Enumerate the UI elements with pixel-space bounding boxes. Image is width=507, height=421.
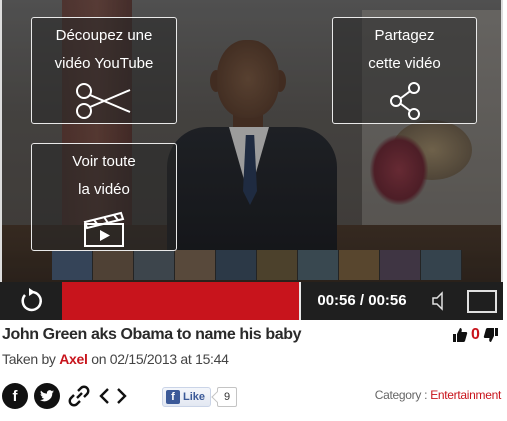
share-nodes-icon xyxy=(389,82,420,120)
facebook-logo-icon: f xyxy=(166,390,180,404)
vote-widget: 0 xyxy=(452,326,499,344)
facebook-icon[interactable]: f xyxy=(2,383,28,409)
replay-icon xyxy=(21,288,42,312)
cut-video-label-line2: vidéo YouTube xyxy=(54,55,154,72)
clapperboard-icon xyxy=(83,211,125,247)
author-link[interactable]: Axel xyxy=(59,351,88,367)
thumbs-down-icon[interactable] xyxy=(483,327,499,343)
byline-prefix: Taken by xyxy=(2,351,56,367)
cut-video-button[interactable]: Découpez une vidéo YouTube xyxy=(31,17,177,124)
video-title[interactable]: John Green aks Obama to name his baby xyxy=(2,326,301,344)
category-info: Category : Entertainment xyxy=(374,388,502,402)
category-prefix: Category : xyxy=(374,388,428,402)
category-link[interactable]: Entertainment xyxy=(430,388,501,402)
facebook-like-count: 9 xyxy=(217,387,238,407)
byline: Taken by Axel on 02/15/2013 at 15:44 xyxy=(2,351,229,367)
replay-button[interactable] xyxy=(0,282,62,320)
watch-full-label-line2: la vidéo xyxy=(78,181,130,198)
facebook-like-label: Like xyxy=(183,391,206,403)
cut-video-label-line1: Découpez une xyxy=(55,27,153,44)
progress-fill xyxy=(62,282,299,320)
facebook-like-widget: f Like 9 xyxy=(162,387,238,407)
scissors-icon xyxy=(76,83,131,119)
volume-icon[interactable] xyxy=(428,289,452,313)
thumbs-up-icon[interactable] xyxy=(452,327,468,343)
player-control-bar: 00:56 / 00:56 xyxy=(0,282,503,320)
share-video-label-line2: cette vidéo xyxy=(368,55,441,72)
vote-count: 0 xyxy=(471,326,480,343)
progress-bar[interactable] xyxy=(62,282,299,320)
video-player[interactable]: Découpez une vidéo YouTube Partagez cett… xyxy=(0,0,503,282)
byline-date: on 02/15/2013 at 15:44 xyxy=(91,351,229,367)
embed-code-icon[interactable] xyxy=(98,383,128,409)
time-display: 00:56 / 00:56 xyxy=(317,292,407,309)
fullscreen-button[interactable] xyxy=(467,290,497,313)
facebook-like-button[interactable]: f Like xyxy=(162,387,212,407)
share-video-button[interactable]: Partagez cette vidéo xyxy=(332,17,477,124)
link-icon[interactable] xyxy=(66,383,92,409)
watch-full-video-button[interactable]: Voir toute la vidéo xyxy=(31,143,177,251)
twitter-icon[interactable] xyxy=(34,383,60,409)
share-video-label-line1: Partagez xyxy=(374,27,435,44)
share-icons: f xyxy=(2,383,128,409)
watch-full-label-line1: Voir toute xyxy=(72,153,136,170)
